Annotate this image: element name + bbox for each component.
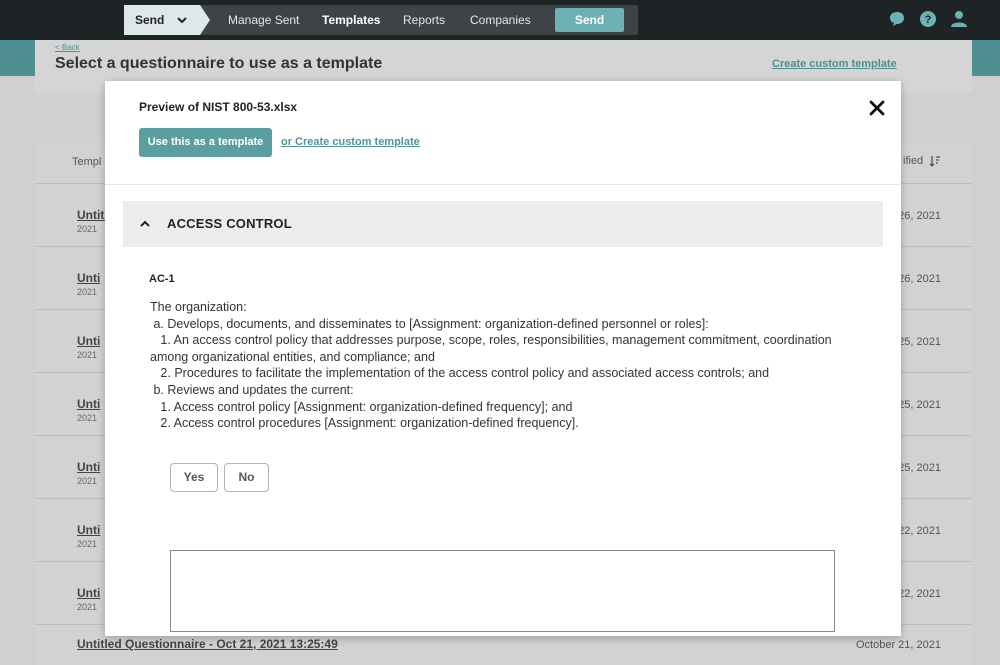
row-year: 2021 bbox=[77, 350, 98, 360]
section-title: ACCESS CONTROL bbox=[167, 216, 292, 231]
no-button[interactable]: No bbox=[224, 463, 269, 492]
row-name[interactable]: Unti bbox=[77, 460, 100, 474]
row-name[interactable]: Untitl bbox=[77, 208, 108, 222]
send-button[interactable]: Send bbox=[555, 8, 624, 32]
row-date: 25, 2021 bbox=[898, 462, 941, 474]
row-year: 2021 bbox=[77, 476, 98, 486]
row-date: 26, 2021 bbox=[898, 273, 941, 285]
row-name[interactable]: Unti bbox=[77, 334, 100, 348]
row-name[interactable]: Unti bbox=[77, 523, 100, 537]
section-header-access-control[interactable]: ACCESS CONTROL bbox=[123, 201, 883, 247]
header-accent-left bbox=[0, 40, 35, 76]
divider bbox=[105, 184, 901, 185]
row-year: 2021 bbox=[77, 287, 98, 297]
user-icon[interactable] bbox=[950, 10, 968, 28]
or-create-custom-template-link[interactable]: or Create custom template bbox=[281, 136, 420, 148]
control-id: AC-1 bbox=[149, 273, 175, 285]
create-custom-template-link[interactable]: Create custom template bbox=[772, 58, 897, 70]
control-text-line: 1. Access control policy [Assignment: or… bbox=[150, 399, 573, 414]
row-name[interactable]: Unti bbox=[77, 397, 100, 411]
control-text-line: b. Reviews and updates the current: bbox=[150, 382, 354, 397]
yes-button[interactable]: Yes bbox=[170, 463, 218, 492]
svg-text:?: ? bbox=[925, 14, 932, 26]
row-year: 2021 bbox=[77, 224, 98, 234]
row-year: 2021 bbox=[77, 413, 98, 423]
send-dropdown-label: Send bbox=[135, 13, 165, 27]
send-dropdown[interactable]: Send bbox=[124, 5, 210, 35]
row-date: October 21, 2021 bbox=[855, 639, 941, 651]
chat-icon[interactable] bbox=[888, 10, 906, 28]
row-name[interactable]: Unti bbox=[77, 271, 100, 285]
control-text-line: 2. Procedures to facilitate the implemen… bbox=[150, 366, 770, 381]
row-date: 25, 2021 bbox=[898, 336, 941, 348]
back-link[interactable]: < Back bbox=[55, 43, 80, 52]
column-header-modified[interactable]: ified bbox=[903, 155, 941, 167]
row-year: 2021 bbox=[77, 539, 98, 549]
close-icon[interactable] bbox=[869, 100, 885, 116]
row-name[interactable]: Unti bbox=[77, 586, 100, 600]
control-text-line: 1. An access control policy that address… bbox=[150, 333, 836, 364]
row-date: 22, 2021 bbox=[898, 588, 941, 600]
nav-companies[interactable]: Companies bbox=[470, 5, 531, 35]
chevron-up-icon bbox=[140, 220, 150, 227]
use-as-template-button[interactable]: Use this as a template bbox=[139, 128, 272, 157]
nav-reports[interactable]: Reports bbox=[403, 5, 445, 35]
sort-icon bbox=[929, 156, 941, 167]
page-title: Select a questionnaire to use as a templ… bbox=[55, 55, 383, 72]
nav-templates[interactable]: Templates bbox=[322, 5, 380, 35]
row-year: 2021 bbox=[77, 602, 98, 612]
answer-textarea[interactable] bbox=[170, 550, 835, 632]
chevron-down-icon bbox=[177, 17, 187, 24]
nav-group: Send Manage Sent Templates Reports Compa… bbox=[124, 5, 638, 35]
row-date: 25, 2021 bbox=[898, 399, 941, 411]
template-preview-modal: Preview of NIST 800-53.xlsx Use this as … bbox=[105, 81, 901, 636]
modal-title: Preview of NIST 800-53.xlsx bbox=[139, 100, 298, 114]
column-header-template[interactable]: Templ bbox=[72, 156, 101, 168]
column-header-modified-label: ified bbox=[903, 155, 924, 167]
control-description: The organization: a. Develops, documents… bbox=[150, 299, 870, 432]
control-text-line: a. Develops, documents, and disseminates… bbox=[150, 316, 709, 331]
control-text-line: 2. Access control procedures [Assignment… bbox=[150, 416, 579, 431]
row-name[interactable]: Untitled Questionnaire - Oct 21, 2021 13… bbox=[77, 637, 338, 651]
header-accent-right bbox=[972, 40, 1000, 76]
help-icon[interactable]: ? bbox=[919, 10, 937, 28]
nav-manage-sent[interactable]: Manage Sent bbox=[228, 5, 299, 35]
control-text-line: The organization: bbox=[150, 300, 247, 314]
row-date: 22, 2021 bbox=[898, 525, 941, 537]
row-date: 26, 2021 bbox=[898, 210, 941, 222]
top-navigation-bar: Send Manage Sent Templates Reports Compa… bbox=[0, 0, 1000, 40]
